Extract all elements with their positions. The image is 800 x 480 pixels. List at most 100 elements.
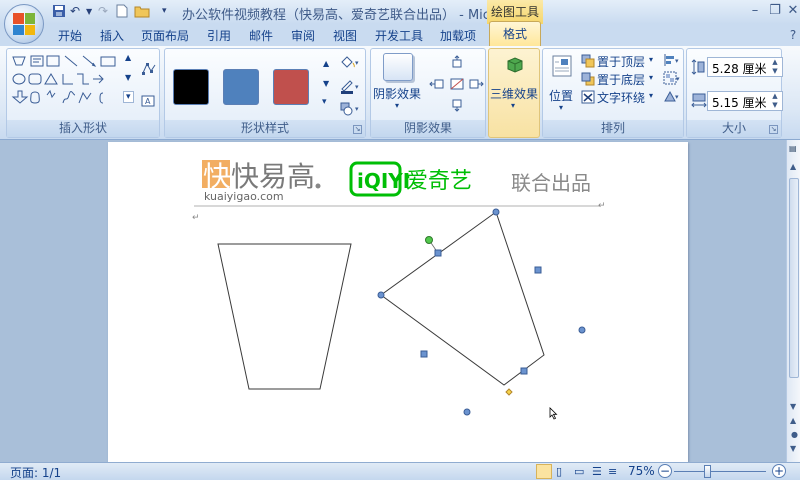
text-box-icon[interactable]: A [141, 95, 155, 110]
styles-scroll-down-icon[interactable]: ▼ [323, 79, 329, 88]
new-document-icon[interactable] [116, 4, 128, 20]
tab-developer[interactable]: 开发工具 [375, 27, 423, 44]
zoom-in-icon[interactable]: + [772, 464, 786, 478]
tab-home[interactable]: 开始 [58, 27, 82, 44]
scroll-up-icon[interactable]: ▲ [790, 162, 796, 171]
web-layout-icon[interactable]: ▭ [574, 465, 584, 478]
gallery-scroll-up-icon[interactable]: ▲ [125, 53, 131, 62]
save-icon[interactable] [52, 4, 66, 20]
three-d-cube-icon [505, 55, 525, 78]
shape-height-input[interactable]: 5.28 厘米 ▲ ▼ [707, 57, 783, 77]
previous-page-icon[interactable]: ▲ [790, 416, 796, 425]
zoom-slider-thumb[interactable] [704, 465, 711, 478]
height-spin-up-icon[interactable]: ▲ [770, 58, 780, 67]
position-button[interactable]: 位置 ▾ [545, 51, 579, 115]
size-launcher-icon[interactable]: ↘ [769, 125, 778, 134]
close-icon[interactable]: ✕ [784, 3, 800, 19]
tab-format[interactable]: 格式 [489, 21, 541, 46]
print-layout-view-icon[interactable] [536, 464, 552, 479]
help-icon[interactable]: ? [784, 27, 800, 43]
shadow-effects-button[interactable]: 阴影效果 ▾ [373, 51, 425, 113]
tab-mailings[interactable]: 邮件 [249, 27, 273, 44]
style-swatch-black[interactable] [173, 69, 209, 105]
shape-width-value: 5.15 厘米 [712, 96, 767, 110]
scroll-down-icon[interactable]: ▼ [790, 402, 796, 411]
shadow-nudge-right-icon[interactable] [469, 77, 485, 94]
selection-handle-top-right[interactable] [534, 266, 542, 274]
tab-addins[interactable]: 加载项 [440, 27, 476, 44]
adjustment-handle[interactable] [505, 388, 513, 396]
tab-references[interactable]: 引用 [207, 27, 231, 44]
zoom-out-icon[interactable]: − [658, 464, 672, 478]
size-group: 5.28 厘米 ▲ ▼ 5.15 厘米 ▲ ▼ 大小 ↘ [686, 48, 783, 138]
gallery-scroll-down-icon[interactable]: ▼ [125, 73, 131, 82]
width-spin-down-icon[interactable]: ▼ [770, 101, 780, 110]
position-dropdown-icon: ▾ [559, 103, 564, 112]
shape-gallery[interactable] [11, 53, 123, 109]
outline-view-icon[interactable]: ☰ [592, 465, 602, 478]
shape-outline-icon[interactable]: ▾ [339, 79, 361, 98]
shadow-nudge-down-icon[interactable] [449, 99, 465, 116]
scroll-thumb[interactable] [789, 178, 799, 378]
height-spin-down-icon[interactable]: ▼ [770, 67, 780, 76]
minimize-icon[interactable]: – [746, 3, 764, 19]
browse-object-icon[interactable]: ● [791, 430, 798, 439]
tab-review[interactable]: 审阅 [291, 27, 315, 44]
office-button[interactable] [4, 4, 44, 44]
style-swatch-blue[interactable] [223, 69, 259, 105]
rotated-trapezoid-shape[interactable] [380, 211, 545, 386]
undo-icon[interactable]: ↶ [70, 4, 80, 20]
shape-styles-launcher-icon[interactable]: ↘ [353, 125, 362, 134]
next-page-icon[interactable]: ▼ [790, 444, 796, 453]
selection-handle-top[interactable] [492, 208, 500, 216]
shadow-effects-label: 阴影效果 [371, 120, 485, 137]
restore-icon[interactable]: ❐ [766, 3, 784, 19]
selection-handle-top-left[interactable] [434, 249, 442, 257]
styles-scroll-up-icon[interactable]: ▲ [323, 59, 329, 68]
undo-dropdown-icon[interactable]: ▼ [86, 7, 92, 23]
tab-page-layout[interactable]: 页面布局 [141, 27, 189, 44]
position-icon [551, 55, 573, 80]
page-indicator[interactable]: 页面: 1/1 [10, 464, 61, 480]
zoom-level[interactable]: 75% [628, 464, 655, 478]
selection-handle-left[interactable] [377, 291, 385, 299]
trapezoid-shape[interactable] [217, 243, 352, 390]
shadow-nudge-up-icon[interactable] [449, 55, 465, 72]
paragraph-mark-right-icon: ↵ [598, 201, 606, 211]
document-page[interactable]: 快 快易高 kuaiyigao.com iQIYI 爱奇艺 联合出品 ↵ ↵ [108, 142, 688, 462]
shape-fill-icon[interactable]: ▾ [339, 55, 361, 72]
edit-points-icon[interactable] [141, 61, 157, 78]
vertical-scrollbar[interactable]: ▤ ▲ ▼ ▲ ● ▼ [786, 140, 800, 462]
width-spin-up-icon[interactable]: ▲ [770, 92, 780, 101]
tab-insert[interactable]: 插入 [100, 27, 124, 44]
tab-view[interactable]: 视图 [333, 27, 357, 44]
selection-handle-bottom-right[interactable] [520, 367, 528, 375]
open-folder-icon[interactable] [134, 4, 150, 20]
draft-view-icon[interactable]: ≡ [608, 465, 617, 478]
zoom-slider-track[interactable] [674, 471, 766, 472]
bring-to-front-button[interactable]: 置于顶层 ▾ [581, 53, 661, 69]
three-d-effects-button[interactable]: 三维效果 ▾ [489, 51, 539, 115]
rotate-icon[interactable]: ▾ [663, 89, 681, 106]
rotation-handle[interactable] [425, 236, 433, 244]
change-shape-icon[interactable]: ▾ [339, 101, 361, 120]
shadow-effects-button-label: 阴影效果 [373, 87, 422, 101]
style-swatch-red[interactable] [273, 69, 309, 105]
selection-handle-bottom[interactable] [463, 408, 471, 416]
ruler-toggle-icon[interactable]: ▤ [789, 144, 797, 153]
redo-icon[interactable]: ↷ [98, 4, 108, 20]
selection-handle-bottom-left[interactable] [420, 350, 428, 358]
shadow-toggle-icon[interactable] [449, 77, 465, 94]
group-objects-icon[interactable]: ▾ [663, 71, 681, 88]
align-icon[interactable]: ▾ [663, 53, 681, 70]
styles-more-icon[interactable]: ▾ [322, 97, 327, 107]
selection-handle-right[interactable] [578, 326, 586, 334]
gallery-more-icon[interactable]: ▾ [123, 91, 134, 103]
text-wrap-button[interactable]: 文字环绕 ▾ [581, 89, 661, 105]
full-screen-reading-icon[interactable]: ▯ [556, 465, 562, 478]
customize-qat-icon[interactable]: ▾ [162, 6, 167, 22]
insert-shapes-group: ▲ ▼ ▾ A 插入形状 [6, 48, 160, 138]
shadow-nudge-left-icon[interactable] [429, 77, 445, 94]
send-to-back-button[interactable]: 置于底层 ▾ [581, 71, 661, 87]
shape-width-input[interactable]: 5.15 厘米 ▲ ▼ [707, 91, 783, 111]
